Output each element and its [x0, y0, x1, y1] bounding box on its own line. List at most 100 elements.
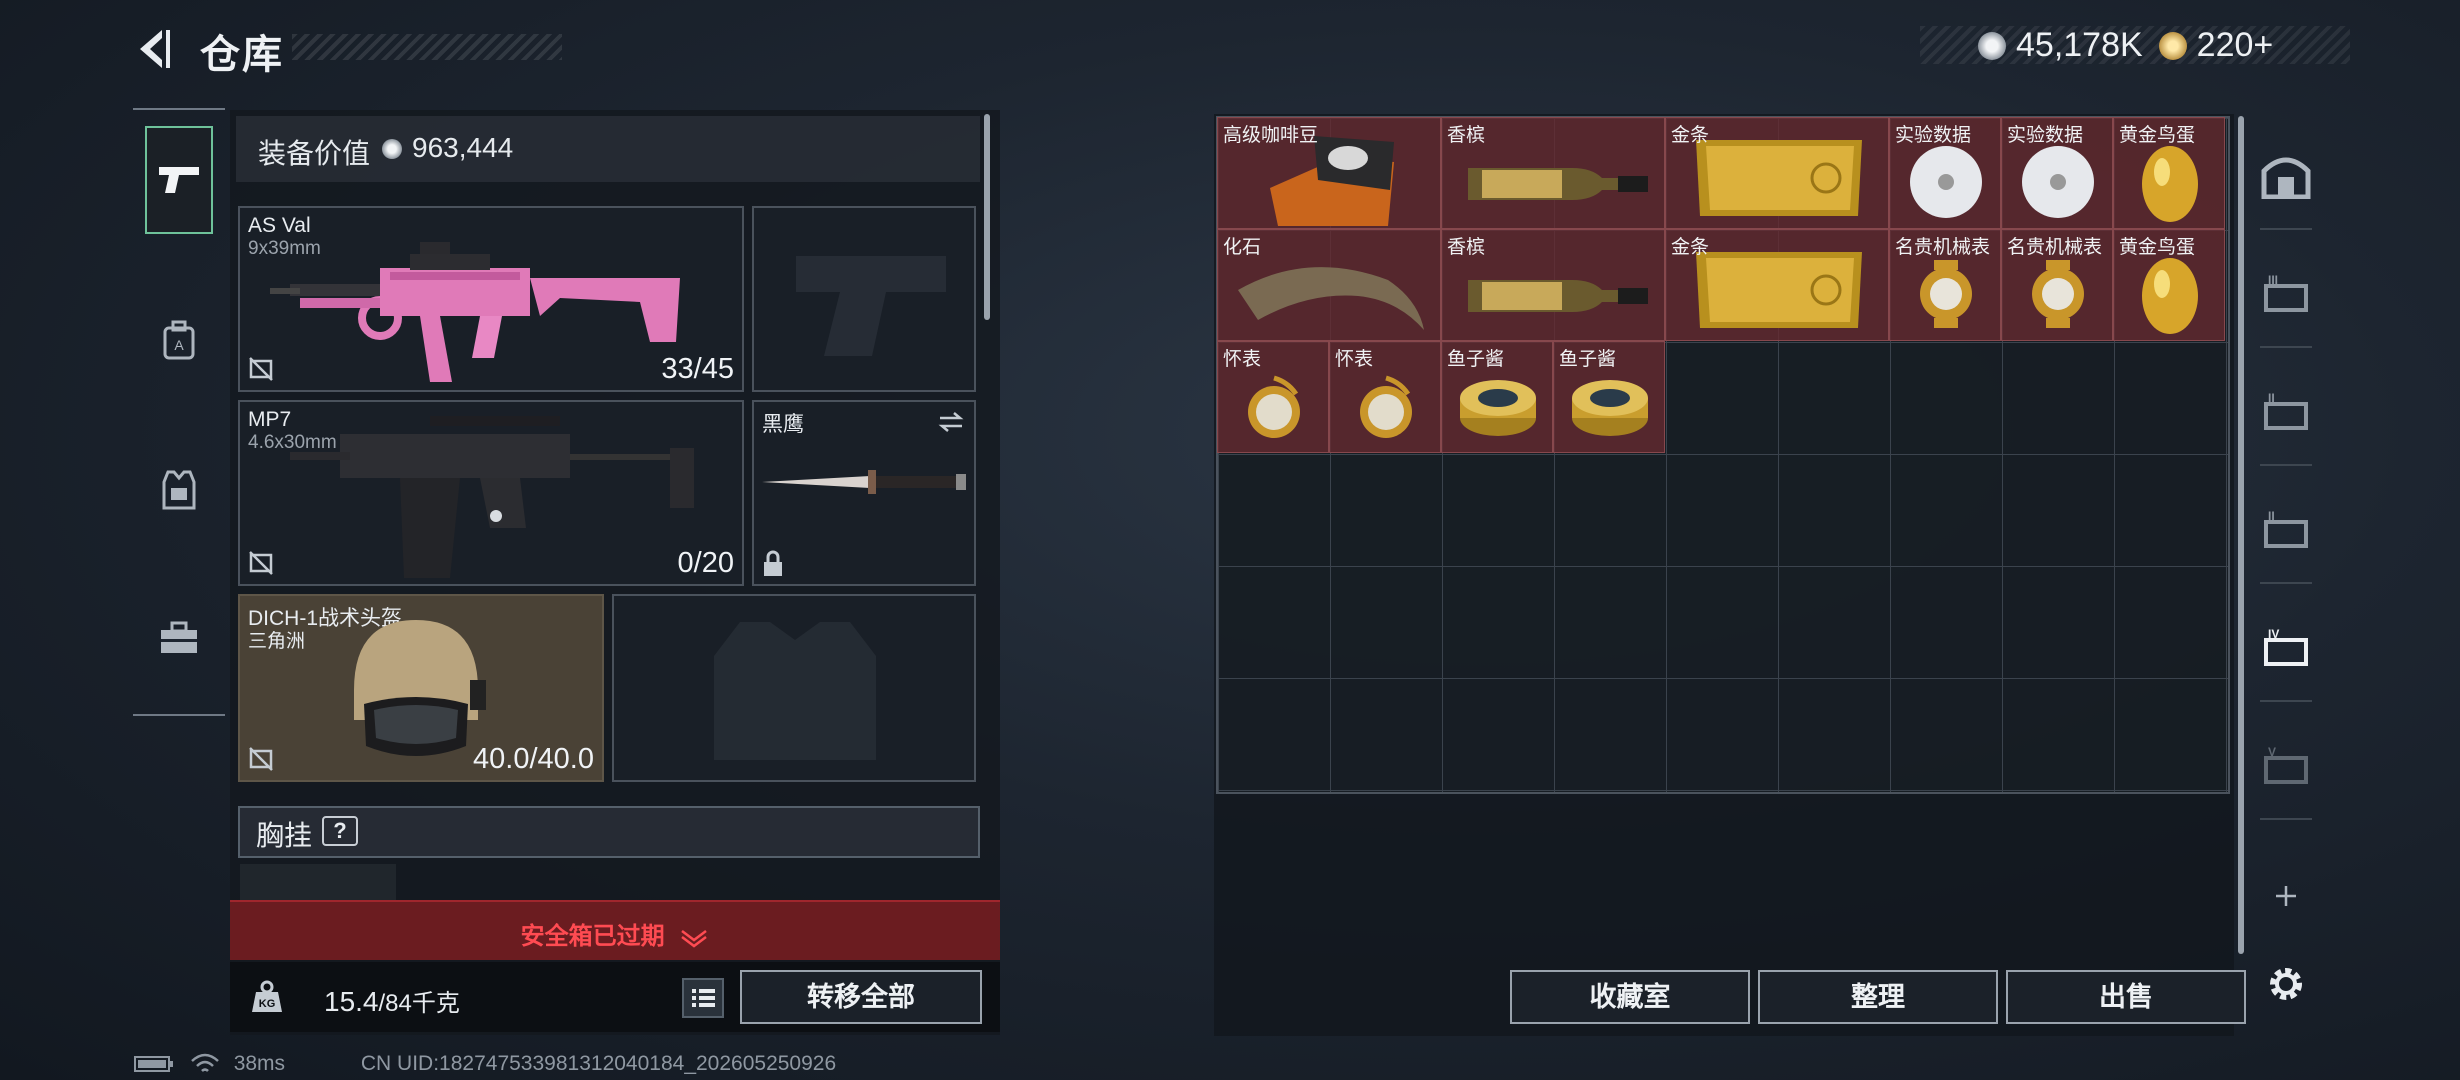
stash-tab-2[interactable]: II — [2256, 382, 2316, 442]
collection-room-button[interactable]: 收藏室 — [1510, 970, 1750, 1024]
item-caviar[interactable]: 鱼子酱 — [1553, 341, 1665, 453]
stash-tab-3[interactable]: III — [2256, 264, 2316, 324]
back-arrow-icon[interactable] — [132, 26, 178, 72]
nav-weapons[interactable] — [145, 126, 213, 234]
item-gold-bar[interactable]: 金条 — [1665, 117, 1889, 229]
equipment-scrollbar[interactable] — [984, 114, 990, 320]
as-val-image — [270, 242, 680, 382]
stash-tab-main[interactable] — [2256, 146, 2316, 206]
page-title: 仓库 — [200, 33, 284, 77]
item-name: 实验数据 — [2007, 125, 2084, 146]
pistol-placeholder-icon — [796, 256, 946, 356]
helmet-slot[interactable]: DICH-1战术头盔 三角洲 40.0/40.0 — [238, 594, 604, 782]
item-name: 黄金鸟蛋 — [2119, 125, 2196, 146]
item-luxury-watch[interactable]: 名贵机械表 — [2001, 229, 2113, 341]
battery-icon — [134, 1056, 173, 1073]
melee-slot[interactable]: 黑鹰 — [752, 400, 976, 586]
wifi-icon — [190, 1054, 219, 1073]
stash-tab-iv[interactable]: IV — [2256, 618, 2316, 678]
item-name: 名贵机械表 — [1895, 237, 1991, 258]
add-stash-button[interactable] — [2256, 866, 2316, 926]
item-name: 名贵机械表 — [2007, 237, 2103, 258]
item-fossil[interactable]: 化石 — [1217, 229, 1441, 341]
item-golden-egg[interactable]: 黄金鸟蛋 — [2113, 117, 2225, 229]
item-name: 实验数据 — [1895, 125, 1972, 146]
item-experiment-data[interactable]: 实验数据 — [1889, 117, 2001, 229]
item-name: 怀表 — [1335, 349, 1374, 370]
melee-name: 黑鹰 — [762, 413, 804, 436]
helmet-sub: 三角洲 — [248, 631, 306, 652]
weight-readout: 15.4/84千克 — [324, 983, 460, 1018]
item-experiment-data[interactable]: 实验数据 — [2001, 117, 2113, 229]
svg-text:II: II — [2268, 391, 2275, 405]
nav-backpack[interactable]: A — [145, 306, 213, 374]
item-premium-coffee[interactable]: 高级咖啡豆 — [1217, 117, 1441, 229]
item-name: 鱼子酱 — [1447, 349, 1505, 370]
item-champagne[interactable]: 香槟 — [1441, 117, 1665, 229]
item-caviar[interactable]: 鱼子酱 — [1441, 341, 1553, 453]
weight-capacity: /84千克 — [378, 990, 460, 1017]
silver-value: 45,178K — [2016, 26, 2143, 64]
swap-icon[interactable] — [936, 410, 966, 434]
stash-icon: IV — [2264, 627, 2308, 666]
settings-button[interactable] — [2256, 954, 2316, 1014]
svg-text:KG: KG — [259, 998, 276, 1010]
stash-icon — [2261, 157, 2311, 199]
item-gold-bar[interactable]: 金条 — [1665, 229, 1889, 341]
svg-text:III: III — [2268, 273, 2278, 287]
primary-weapon-slot[interactable]: AS Val 9x39mm 33/45 — [238, 206, 744, 392]
item-golden-egg[interactable]: 黄金鸟蛋 — [2113, 229, 2225, 341]
ping: 38ms — [233, 1052, 286, 1075]
svg-text:II: II — [2268, 509, 2275, 523]
transfer-all-button[interactable]: 转移全部 — [740, 970, 982, 1024]
equipment-value-label: 装备价值 — [258, 138, 371, 169]
weight-icon: KG — [252, 980, 282, 1012]
list-button[interactable] — [682, 978, 724, 1018]
stash-icon: II — [2264, 391, 2308, 430]
item-pocket-watch[interactable]: 怀表 — [1329, 341, 1441, 453]
vest-icon — [162, 470, 196, 510]
gold-coin-icon[interactable] — [2158, 31, 2187, 60]
stash-tabs: III II II IV V — [2250, 120, 2322, 1030]
storage-scrollbar[interactable] — [2238, 116, 2244, 954]
item-name: 高级咖啡豆 — [1223, 125, 1319, 146]
chevron-down-icon[interactable] — [679, 928, 709, 948]
item-name: 黄金鸟蛋 — [2119, 237, 2196, 258]
chest-rig-slot[interactable] — [240, 864, 396, 904]
pistol-slot[interactable] — [752, 206, 976, 392]
equipment-value: 963,444 — [412, 132, 514, 163]
item-luxury-watch[interactable]: 名贵机械表 — [1889, 229, 2001, 341]
stash-tab-4[interactable]: II — [2256, 500, 2316, 560]
plus-icon — [2276, 886, 2296, 906]
helmet-image — [354, 620, 486, 756]
item-name: 金条 — [1671, 125, 1710, 146]
item-pocket-watch[interactable]: 怀表 — [1217, 341, 1329, 453]
gold-value[interactable]: 220+ — [2197, 26, 2274, 64]
armor-slot[interactable] — [612, 594, 976, 782]
stash-tab-v[interactable]: V — [2256, 736, 2316, 796]
item-name: 香槟 — [1447, 125, 1486, 146]
item-champagne[interactable]: 香槟 — [1441, 229, 1665, 341]
item-name: 鱼子酱 — [1559, 349, 1617, 370]
no-link-icon — [249, 747, 273, 771]
silver-coin-icon — [1978, 31, 2006, 60]
title-decoration — [292, 34, 562, 60]
stash-icon: III — [2264, 273, 2308, 312]
status-bar: 38ms CN UID:1827475339813120401​84_20260… — [134, 1052, 836, 1076]
helmet-durability: 40.0/40.0 — [473, 743, 594, 775]
lock-icon — [764, 550, 782, 576]
safebox-banner[interactable]: 安全箱已过期 — [230, 900, 1000, 960]
current-weight: 15.4 — [324, 986, 379, 1017]
help-icon[interactable]: ? — [322, 816, 358, 846]
svg-text:A: A — [174, 337, 184, 353]
stash-icon: II — [2264, 509, 2308, 548]
list-icon — [692, 989, 715, 1007]
secondary-weapon-slot[interactable]: MP7 4.6x30mm 0/20 — [238, 400, 744, 586]
organize-button[interactable]: 整理 — [1758, 970, 1998, 1024]
item-name: 怀表 — [1223, 349, 1262, 370]
item-name: 金条 — [1671, 237, 1710, 258]
nav-vest[interactable] — [145, 456, 213, 524]
stash-icon: V — [2264, 745, 2308, 784]
nav-toolbox[interactable] — [145, 604, 213, 672]
sell-button[interactable]: 出售 — [2006, 970, 2246, 1024]
